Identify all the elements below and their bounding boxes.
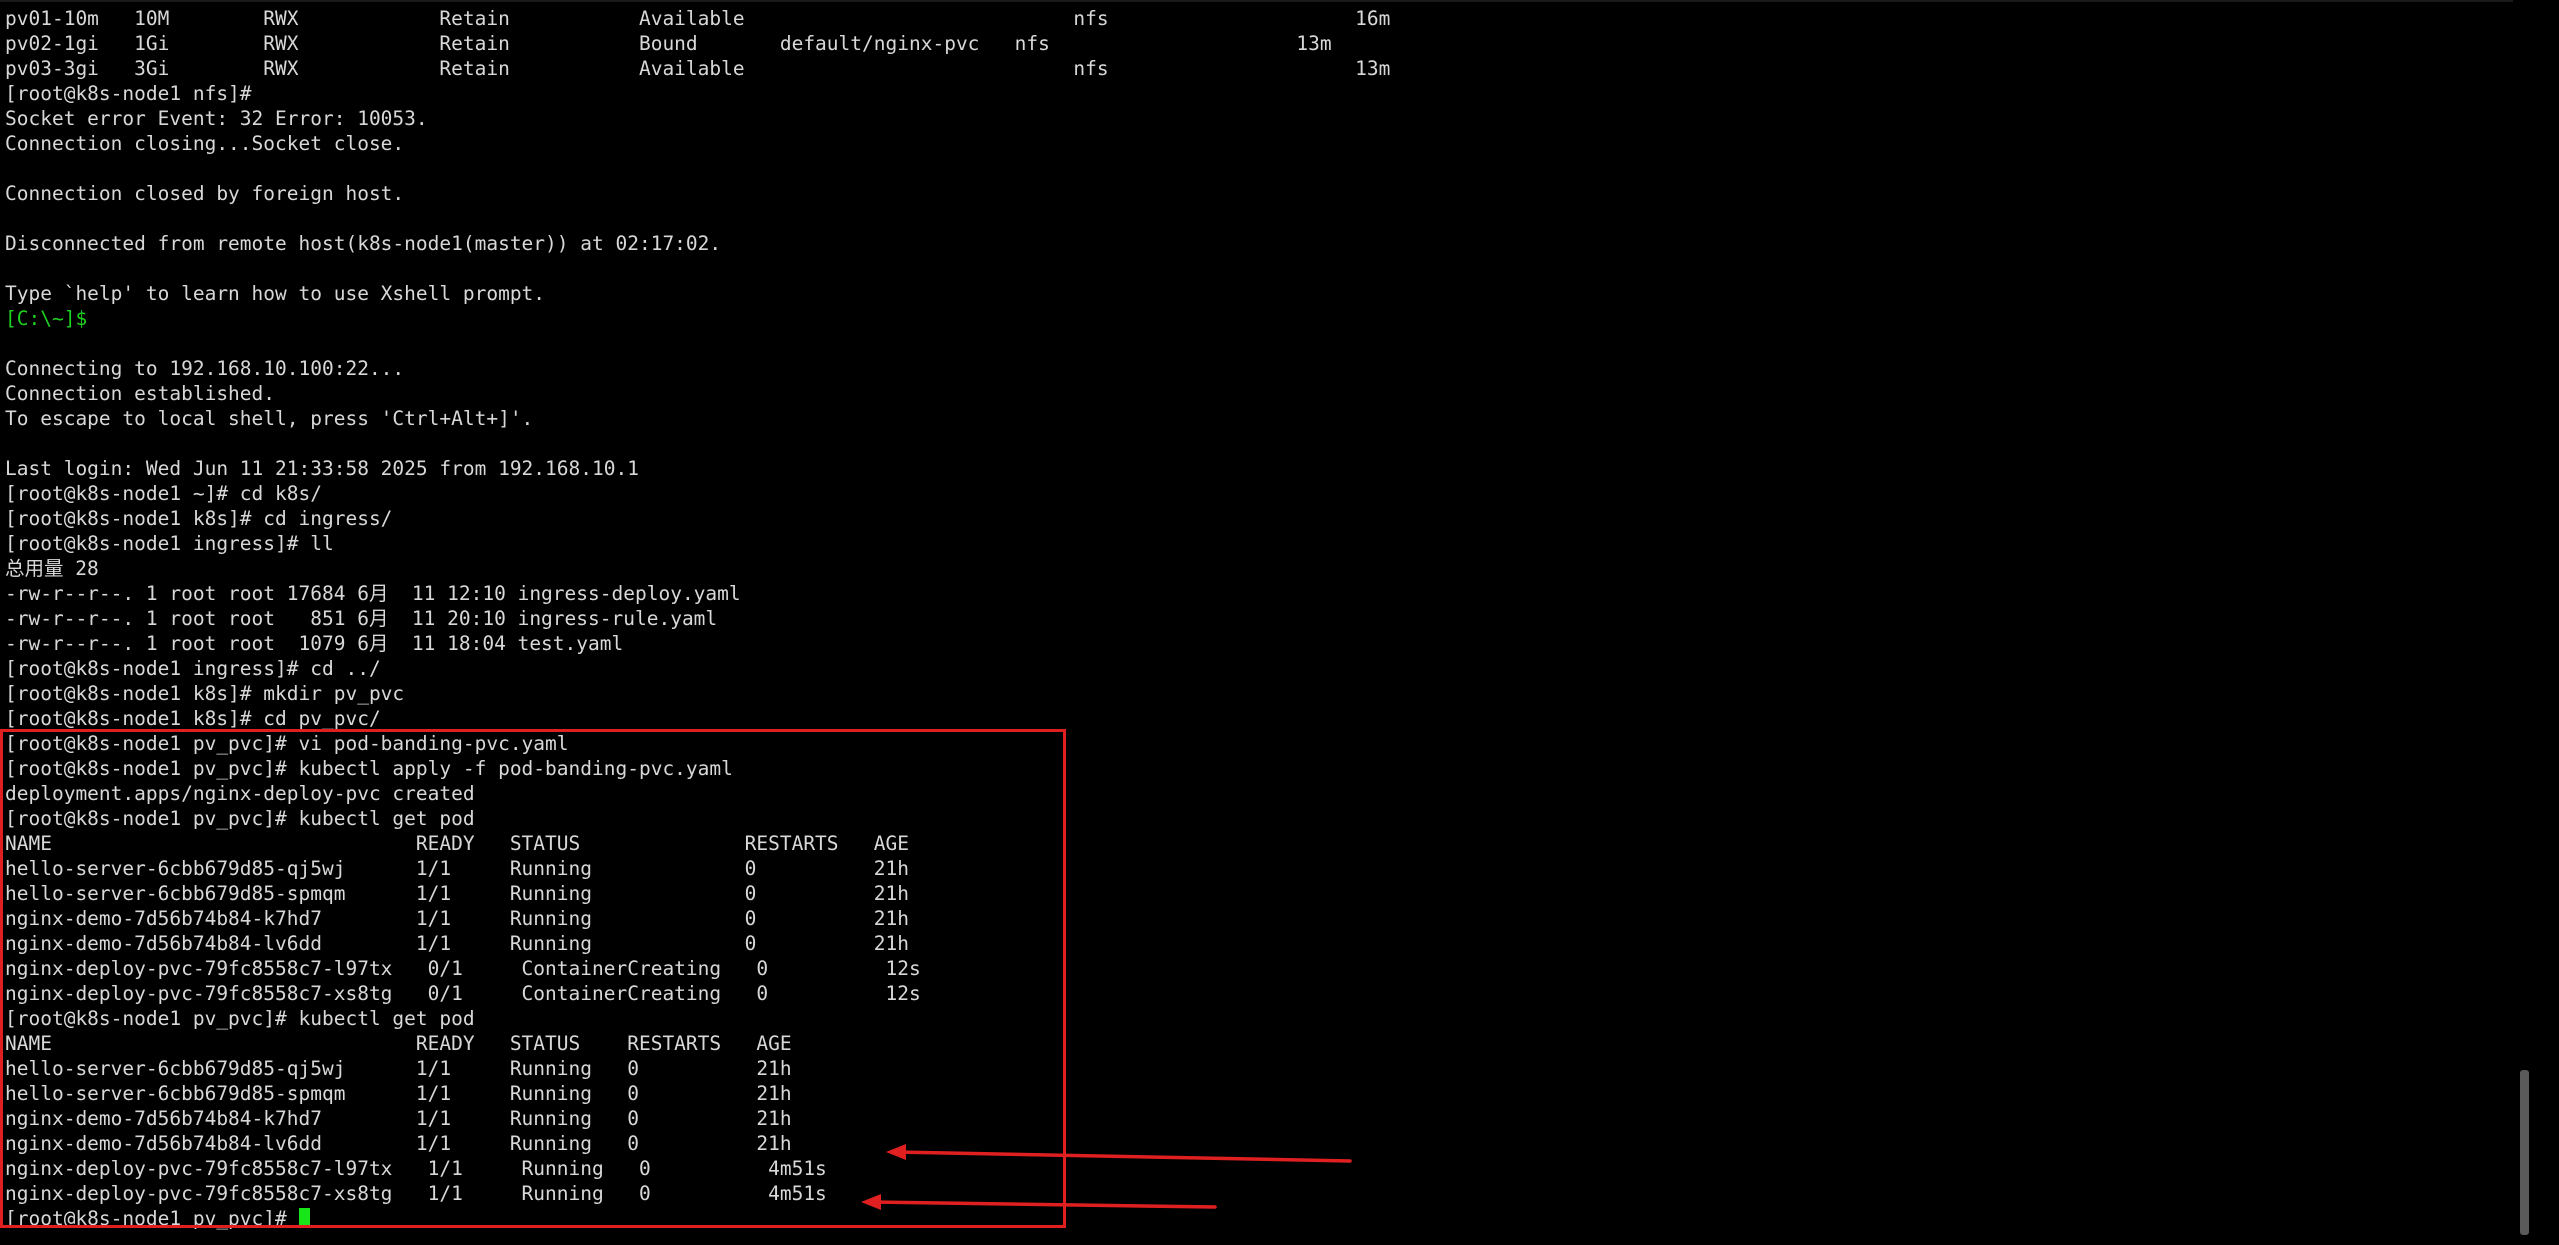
terminal-line: Socket error Event: 32 Error: 10053. <box>5 107 428 130</box>
terminal-line: hello-server-6cbb679d85-qj5wj 1/1 Runnin… <box>5 1057 792 1080</box>
text-cursor <box>298 1208 310 1228</box>
terminal-line: [root@k8s-node1 ingress]# ll <box>5 532 334 555</box>
terminal-line: To escape to local shell, press 'Ctrl+Al… <box>5 407 534 430</box>
terminal-line: [root@k8s-node1 pv_pvc]# kubectl get pod <box>5 807 475 830</box>
terminal-line: [root@k8s-node1 pv_pvc]# kubectl apply -… <box>5 757 733 780</box>
terminal-line: nginx-demo-7d56b74b84-lv6dd 1/1 Running … <box>5 932 909 955</box>
terminal-line: [root@k8s-node1 k8s]# mkdir pv_pvc <box>5 682 405 705</box>
terminal-line: pv03-3gi 3Gi RWX Retain Available nfs 13… <box>5 57 1391 80</box>
terminal-line: -rw-r--r--. 1 root root 1079 6月 11 18:04… <box>5 632 624 655</box>
terminal-line: nginx-demo-7d56b74b84-lv6dd 1/1 Running … <box>5 1132 792 1155</box>
terminal-line: nginx-deploy-pvc-79fc8558c7-l97tx 0/1 Co… <box>5 957 921 980</box>
terminal-line: Connection closed by foreign host. <box>5 182 405 205</box>
terminal-line: nginx-demo-7d56b74b84-k7hd7 1/1 Running … <box>5 1107 792 1130</box>
terminal-line: nginx-demo-7d56b74b84-k7hd7 1/1 Running … <box>5 907 909 930</box>
terminal-line: Connecting to 192.168.10.100:22... <box>5 357 405 380</box>
terminal-line: Type `help' to learn how to use Xshell p… <box>5 282 546 305</box>
terminal-line: [root@k8s-node1 ~]# cd k8s/ <box>5 482 322 505</box>
terminal-line: -rw-r--r--. 1 root root 851 6月 11 20:10 … <box>5 607 718 630</box>
terminal-line: Disconnected from remote host(k8s-node1(… <box>5 232 722 255</box>
terminal-line: [root@k8s-node1 k8s]# cd pv_pvc/ <box>5 707 381 730</box>
terminal-line: [root@k8s-node1 pv_pvc]# vi pod-banding-… <box>5 732 569 755</box>
terminal-line: [root@k8s-node1 pv_pvc]# <box>5 1206 1390 1231</box>
terminal-line: hello-server-6cbb679d85-spmqm 1/1 Runnin… <box>5 1082 792 1105</box>
vertical-scrollbar[interactable] <box>2513 0 2536 1245</box>
terminal-line: nginx-deploy-pvc-79fc8558c7-xs8tg 0/1 Co… <box>5 982 921 1005</box>
scrollbar-thumb[interactable] <box>2520 1070 2529 1235</box>
terminal-line: NAME READY STATUS RESTARTS AGE <box>5 832 909 855</box>
terminal-line: nginx-deploy-pvc-79fc8558c7-xs8tg 1/1 Ru… <box>5 1182 827 1205</box>
terminal-line: pv02-1gi 1Gi RWX Retain Bound default/ng… <box>5 32 1332 55</box>
terminal-line: [root@k8s-node1 ingress]# cd ../ <box>5 657 381 680</box>
terminal-line: [C:\~]$ <box>5 307 88 330</box>
terminal-line: nginx-deploy-pvc-79fc8558c7-l97tx 1/1 Ru… <box>5 1157 827 1180</box>
terminal-line: [root@k8s-node1 pv_pvc]# kubectl get pod <box>5 1007 475 1030</box>
terminal-line: pv01-10m 10M RWX Retain Available nfs 16… <box>5 7 1391 30</box>
terminal-line: hello-server-6cbb679d85-spmqm 1/1 Runnin… <box>5 882 909 905</box>
terminal-line: [root@k8s-node1 k8s]# cd ingress/ <box>5 507 393 530</box>
terminal-line: deployment.apps/nginx-deploy-pvc created <box>5 782 475 805</box>
terminal-line: Connection established. <box>5 382 276 405</box>
terminal-line: [root@k8s-node1 nfs]# <box>5 82 252 105</box>
terminal-line: 总用量 28 <box>5 557 99 580</box>
terminal-line: Last login: Wed Jun 11 21:33:58 2025 fro… <box>5 457 639 480</box>
terminal-output: pv01-10m 10M RWX Retain Available nfs 16… <box>5 6 1390 1231</box>
terminal-line: -rw-r--r--. 1 root root 17684 6月 11 12:1… <box>5 582 741 605</box>
terminal-window[interactable]: pv01-10m 10M RWX Retain Available nfs 16… <box>0 0 2536 1245</box>
terminal-line: NAME READY STATUS RESTARTS AGE <box>5 1032 792 1055</box>
terminal-line: hello-server-6cbb679d85-qj5wj 1/1 Runnin… <box>5 857 909 880</box>
top-border <box>0 0 2536 2</box>
terminal-line: Connection closing...Socket close. <box>5 132 405 155</box>
